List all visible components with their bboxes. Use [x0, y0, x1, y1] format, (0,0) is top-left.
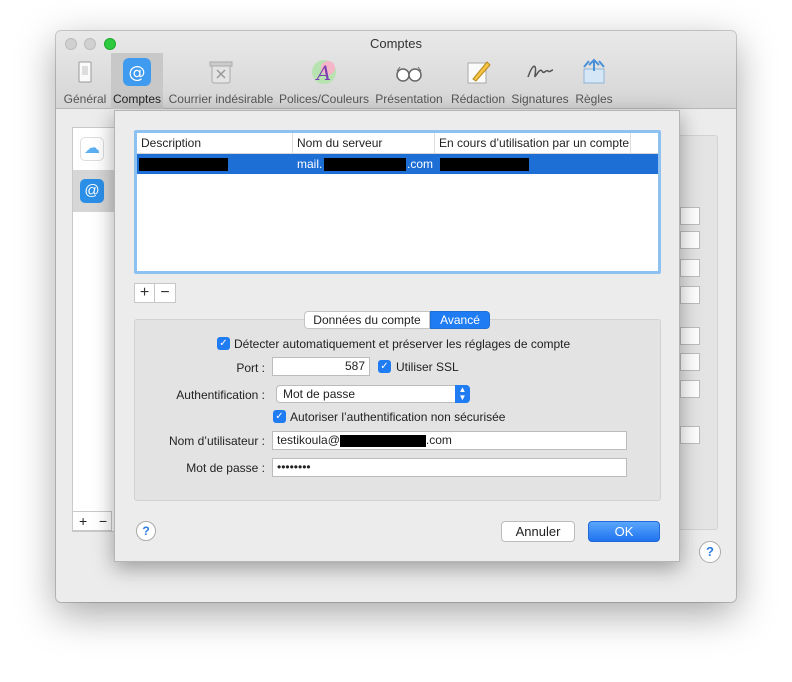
toolbar-rules[interactable]: Règles	[572, 53, 616, 109]
ssl-label: Utiliser SSL	[396, 360, 459, 374]
toolbar-signatures[interactable]: Signatures	[510, 53, 570, 109]
server-table[interactable]: Description Nom du serveur En cours d’ut…	[134, 130, 661, 274]
redacted-in-use	[440, 158, 529, 171]
table-row[interactable]: mail. .com	[137, 154, 658, 174]
auth-popup[interactable]: Mot de passe ▲ ▼	[276, 385, 470, 403]
junk-icon	[206, 57, 236, 87]
glasses-icon	[394, 57, 424, 87]
toolbar-fonts[interactable]: A Polices/Couleurs	[278, 53, 370, 109]
toolbar-composing[interactable]: Rédaction	[448, 53, 508, 109]
bg-field[interactable]	[680, 380, 700, 398]
ok-button[interactable]: OK	[588, 521, 660, 542]
add-server-button[interactable]: +	[135, 284, 155, 302]
rules-icon	[579, 57, 609, 87]
auth-label: Authentification :	[176, 388, 265, 402]
titlebar: Comptes Général @ Comptes Courrier indés…	[56, 31, 736, 109]
auto-detect-checkbox[interactable]: ✓	[217, 337, 230, 350]
accounts-add-remove[interactable]: + −	[72, 511, 112, 531]
server-prefix: mail.	[297, 157, 323, 171]
redacted-username	[339, 434, 426, 447]
password-label: Mot de passe :	[186, 461, 265, 475]
at-icon: @	[122, 57, 152, 87]
bg-field[interactable]	[680, 286, 700, 304]
at-account-icon: @	[80, 179, 104, 203]
icloud-icon: ☁	[80, 137, 104, 161]
username-suffix: .com	[425, 433, 452, 447]
signature-icon	[525, 57, 555, 87]
table-add-remove: + −	[134, 283, 176, 303]
server-suffix: .com	[407, 157, 434, 171]
bg-field[interactable]	[680, 327, 700, 345]
tab-advanced[interactable]: Avancé	[430, 311, 490, 329]
ssl-checkbox[interactable]: ✓	[378, 360, 391, 373]
bg-field[interactable]	[680, 259, 700, 277]
toolbar-viewing[interactable]: Présentation	[372, 53, 446, 109]
port-field[interactable]: 587	[272, 357, 370, 376]
remove-account-button[interactable]: −	[99, 513, 107, 529]
column-header-server[interactable]: Nom du serveur	[293, 133, 435, 153]
username-label: Nom d’utilisateur :	[168, 434, 265, 448]
fonts-icon: A	[309, 57, 339, 87]
auto-detect-label: Détecter automatiquement et préserver le…	[234, 337, 571, 351]
svg-text:A: A	[315, 61, 331, 85]
pencil-icon	[463, 57, 493, 87]
help-button[interactable]: ?	[136, 521, 156, 541]
username-prefix: testikoula@	[277, 433, 340, 447]
bg-help-button[interactable]: ?	[699, 541, 721, 563]
redacted-server	[324, 158, 406, 171]
cancel-button[interactable]: Annuler	[501, 521, 575, 542]
port-label: Port :	[236, 361, 265, 375]
redacted-description	[139, 158, 228, 171]
toolbar-general[interactable]: Général	[61, 53, 109, 109]
auth-value: Mot de passe	[283, 387, 356, 401]
add-account-button[interactable]: +	[79, 513, 87, 529]
bg-field[interactable]	[680, 353, 700, 371]
toolbar-junk[interactable]: Courrier indésirable	[166, 53, 276, 109]
toolbar-accounts[interactable]: @ Comptes	[111, 53, 163, 109]
tab-account-data[interactable]: Données du compte	[304, 311, 430, 329]
insecure-auth-label: Autoriser l’authentification non sécuris…	[290, 410, 506, 424]
general-icon	[70, 57, 100, 87]
password-field[interactable]: ••••••••	[272, 458, 627, 477]
window-title: Comptes	[369, 36, 423, 51]
insecure-auth-checkbox[interactable]: ✓	[273, 410, 286, 423]
bg-popup[interactable]	[680, 426, 700, 444]
svg-text:@: @	[129, 63, 146, 83]
server-settings-sheet: Description Nom du serveur En cours d’ut…	[114, 110, 680, 562]
column-header-in-use[interactable]: En cours d’utilisation par un compte	[435, 133, 631, 153]
bg-field[interactable]	[680, 207, 700, 225]
column-header-description[interactable]: Description	[137, 133, 293, 153]
username-field[interactable]: testikoula@ .com	[272, 431, 627, 450]
remove-server-button[interactable]: −	[155, 284, 175, 302]
chevron-updown-icon: ▲ ▼	[455, 385, 470, 403]
bg-popup[interactable]	[680, 231, 700, 249]
